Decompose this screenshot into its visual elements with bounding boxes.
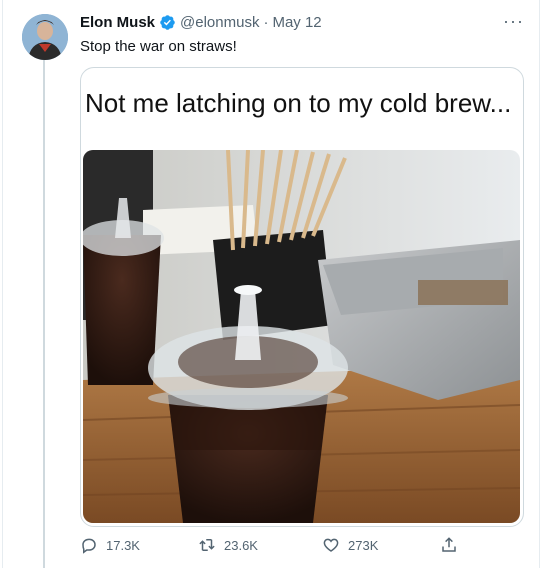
retweet-count: 23.6K [224,537,258,553]
reply-count: 17.3K [106,537,140,553]
author-name[interactable]: Elon Musk [80,14,155,31]
more-icon[interactable]: ··· [503,11,524,32]
tweet-text: Stop the war on straws! [80,38,237,55]
thread-line [43,60,45,568]
author-handle[interactable]: @elonmusk [180,14,259,31]
tweet-date[interactable]: May 12 [272,14,321,31]
reply-button[interactable]: 17.3K [80,536,140,554]
avatar[interactable] [22,14,68,60]
reply-icon [82,538,96,554]
tweet-header: Elon Musk @elonmusk · May 12 [80,14,322,31]
share-button[interactable] [440,536,458,554]
avatar-image [22,14,68,60]
like-button[interactable]: 273K [322,536,378,554]
like-count: 273K [348,537,379,553]
like-icon [323,538,339,552]
meme-caption: Not me latching on to my cold brew... [85,88,512,118]
tweet-actions: 17.3K 23.6K 273K [80,536,480,560]
retweet-button[interactable]: 23.6K [198,536,258,554]
media-card[interactable]: Not me latching on to my cold brew... [80,67,524,527]
verified-badge-icon [160,15,175,30]
share-icon [442,537,456,552]
header-separator: · [263,14,269,31]
cold-brew-photo-image [83,150,520,523]
retweet-icon [199,539,215,551]
media-photo[interactable] [83,150,520,523]
